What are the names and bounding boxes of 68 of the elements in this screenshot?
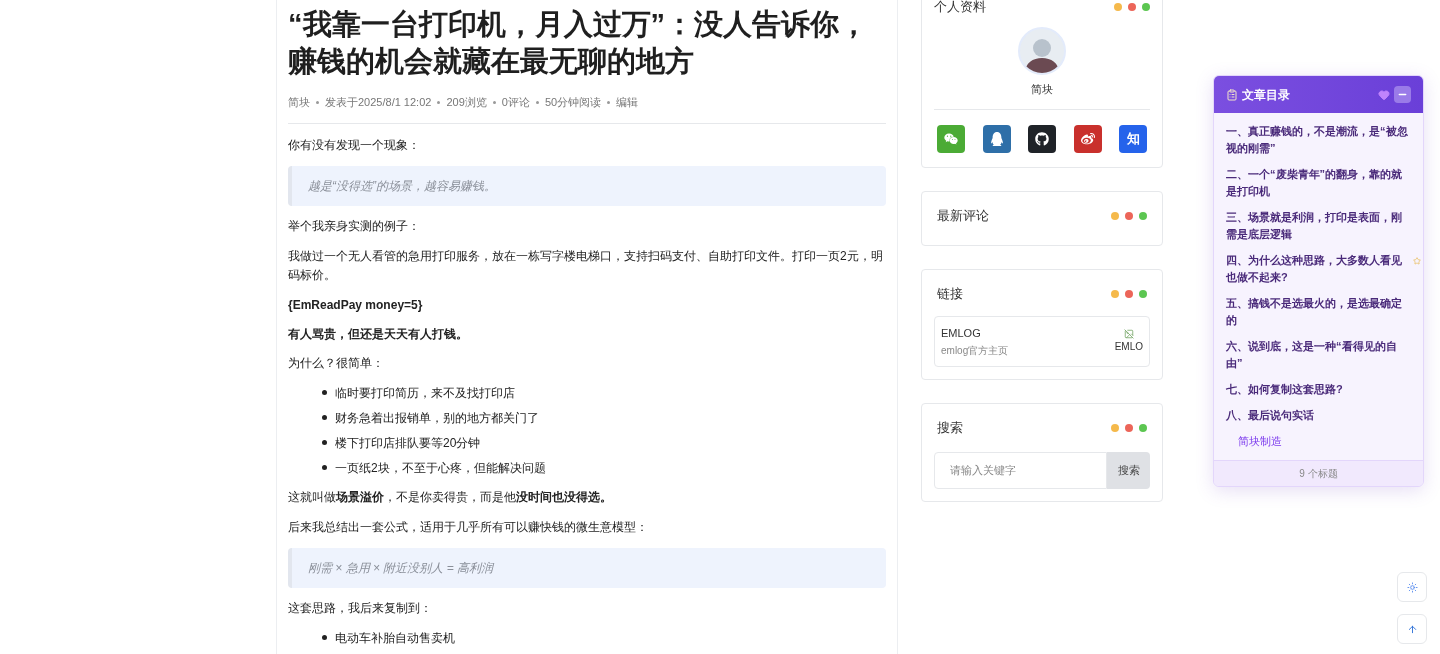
- article-paragraph: 举个我亲身实测的例子：: [288, 217, 421, 235]
- toc-item[interactable]: 八、最后说句实话: [1226, 407, 1411, 424]
- social-icon: [944, 132, 958, 146]
- social-link[interactable]: [1028, 125, 1056, 153]
- image-alt-text: EMLO: [1114, 339, 1143, 354]
- star-icon: [1413, 257, 1421, 265]
- collapse-button[interactable]: [1394, 86, 1411, 103]
- search-button[interactable]: 搜索: [1107, 451, 1150, 489]
- meta-text: 简块: [288, 95, 310, 110]
- window-dots-icon: [1114, 2, 1150, 11]
- toc-count: 9 个标题: [1299, 466, 1338, 481]
- social-icon: [1080, 132, 1095, 146]
- list-item-text: 财务急着出报销单，别的地方都关门了: [335, 409, 539, 427]
- heart-icon: [1378, 88, 1390, 101]
- window-dots-icon: [1111, 211, 1147, 220]
- toc-item[interactable]: 七、如何复制这套思路?: [1226, 381, 1411, 398]
- article-paragraph: 我做过一个无人看管的急用打印服务，放在一栋写字楼电梯口，支持扫码支付、自助打印文件。打印一页2元，明码标价。: [288, 247, 884, 284]
- article-paragraph: {EmReadPay money=5}: [288, 296, 424, 314]
- article-paragraph: 这套思路，我后来复制到：: [288, 599, 433, 617]
- sun-icon: [1406, 581, 1418, 593]
- meta-text: 发表于2025/8/1 12:02: [325, 95, 432, 110]
- bullet-icon: [322, 440, 327, 445]
- toc-title: 文章目录: [1242, 86, 1290, 104]
- social-link[interactable]: 知: [1119, 125, 1147, 153]
- link-card[interactable]: EMLOG emlog官方主页 EMLO: [934, 315, 1150, 367]
- toc-item[interactable]: 二、一个“废柴青年”的翻身，靠的就是打印机: [1226, 166, 1411, 200]
- card-title: 搜索: [937, 419, 963, 437]
- toc-item[interactable]: 四、为什么这种思路，大多数人看见也做不起来?: [1226, 252, 1411, 286]
- arrow-up-icon: [1406, 623, 1418, 635]
- window-dots-icon: [1111, 423, 1147, 432]
- list-item-text: 楼下打印店排队要等20分钟: [335, 434, 481, 452]
- clipboard-icon: [1226, 88, 1238, 101]
- article-paragraph: 这就叫做场景溢价，不是你卖得贵，而是他没时间也没得选。: [288, 488, 613, 506]
- meta-text: 0评论: [501, 95, 530, 110]
- search-field[interactable]: 请输入关键字: [934, 451, 1107, 489]
- bullet-icon: [322, 415, 327, 420]
- bullet-icon: [322, 635, 327, 640]
- bullet-icon: [322, 465, 327, 470]
- window-dots-icon: [1111, 289, 1147, 298]
- theme-toggle-button[interactable]: [1397, 572, 1427, 602]
- toc-item[interactable]: 六、说到底，这是一种“看得见的自由”: [1226, 338, 1411, 372]
- article-paragraph: 有人骂贵，但还是天天有人打钱。: [288, 325, 469, 343]
- article-paragraph: 后来我总结出一套公式，适用于几乎所有可以赚快钱的微生意模型：: [288, 518, 649, 536]
- article-paragraph: 你有没有发现一个现象：: [288, 136, 421, 154]
- broken-image-icon: [1123, 328, 1134, 339]
- list-item-text: 临时要打印简历，来不及找打印店: [335, 384, 515, 402]
- card-title: 最新评论: [937, 207, 989, 225]
- list-item-text: 电动车补胎自动售卖机: [335, 629, 455, 647]
- social-icon: [1035, 132, 1049, 146]
- toc-subitem[interactable]: 简块制造: [1238, 433, 1411, 450]
- meta-text: 209浏览: [446, 95, 487, 110]
- toc-item[interactable]: 三、场景就是利润，打印是表面，刚需是底层逻辑: [1226, 209, 1411, 243]
- meta-text[interactable]: 编辑: [616, 94, 639, 111]
- blockquote: 越是“没得选”的场景，越容易赚钱。: [288, 165, 886, 206]
- link-description: emlog官方主页: [941, 344, 1009, 358]
- card-title: 链接: [937, 285, 963, 303]
- bullet-icon: [322, 390, 327, 395]
- link-title: EMLOG: [941, 325, 982, 341]
- card-title: 个人资料: [934, 0, 986, 16]
- article-title: “我靠一台打印机，月入过万”：没人告诉你，赚钱的机会就藏在最无聊的地方: [288, 7, 869, 79]
- meta-text: 50分钟阅读: [544, 95, 602, 110]
- list-item-text: 一页纸2块，不至于心疼，但能解决问题: [335, 459, 546, 477]
- profile-name: 简块: [1031, 81, 1053, 97]
- article-paragraph: 为什么？很简单：: [288, 354, 385, 372]
- toc-item[interactable]: 五、搞钱不是选最火的，是选最确定的: [1226, 295, 1411, 329]
- social-icon: [989, 132, 1004, 146]
- blockquote: 刚需 × 急用 × 附近没别人 = 高利润: [288, 547, 886, 588]
- toc-item[interactable]: 一、真正赚钱的，不是潮流，是“被忽视的刚需”: [1226, 123, 1411, 157]
